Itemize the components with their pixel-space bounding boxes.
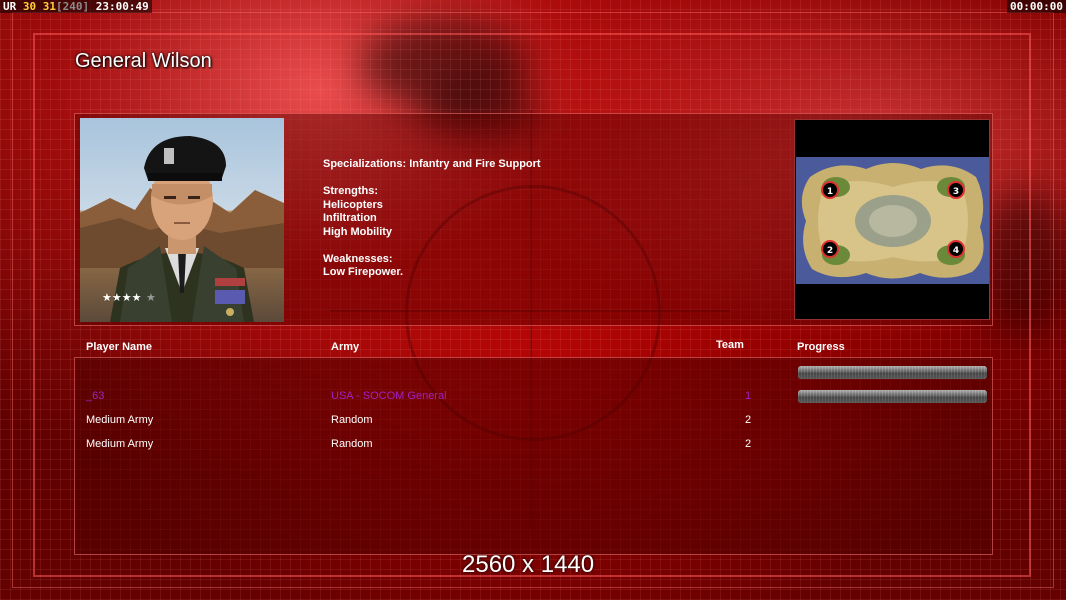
fps-overlay: UR 30 31[240] 23:00:49: [0, 0, 152, 13]
general-portrait: ★★★★ ★: [80, 118, 284, 322]
weaknesses-heading: Weaknesses:: [323, 252, 393, 265]
player-name-cell: Medium Army: [86, 438, 154, 450]
fps-value-secondary: 31: [42, 0, 56, 13]
header-army: Army: [331, 341, 360, 353]
fps-value: 30: [22, 0, 37, 13]
general-description: Specializations: Infantry and Fire Suppo…: [323, 158, 541, 280]
start-position-marker: 4: [947, 240, 965, 258]
player-name-cell: _63: [86, 390, 105, 402]
soldier-portrait-icon: ★★★★ ★: [80, 136, 284, 322]
hud-label: UR: [3, 0, 17, 13]
player-team-cell: 2: [745, 438, 752, 450]
start-position-label: 2: [827, 246, 833, 256]
start-position-marker: 2: [821, 240, 839, 258]
player-army-cell: USA - SOCOM General: [331, 390, 447, 402]
start-position-label: 4: [953, 246, 959, 256]
load-progress-bar: [798, 390, 987, 403]
player-team-cell: 1: [745, 390, 752, 402]
strength-item: Helicopters: [323, 198, 383, 211]
strengths-heading: Strengths:: [323, 185, 378, 197]
strength-item: Infiltration: [323, 212, 377, 224]
load-progress-fill: [798, 390, 987, 403]
player-name-cell: Medium Army: [86, 414, 154, 426]
resolution-overlay: 2560 x 1440: [462, 551, 595, 578]
header-team: Team: [716, 339, 744, 351]
map-terrain-icon: 1 2 3 4: [796, 157, 989, 284]
start-position-marker: 1: [821, 181, 839, 199]
player-list-panel: [74, 357, 993, 555]
start-position-label: 3: [953, 187, 959, 197]
start-position-label: 1: [827, 187, 833, 197]
start-position-marker: 3: [947, 181, 965, 199]
general-title: General Wilson: [75, 50, 212, 72]
weakness-item: Low Firepower.: [323, 266, 404, 278]
svg-text:★★★★: ★★★★: [102, 291, 142, 304]
clock-time: 23:00:49: [95, 0, 149, 13]
strength-item: High Mobility: [323, 225, 393, 238]
load-progress-bar: [798, 366, 987, 379]
header-progress: Progress: [797, 341, 845, 353]
svg-text:★: ★: [146, 291, 156, 304]
game-timer: 00:00:00: [1007, 0, 1066, 13]
player-army-cell: Random: [331, 438, 373, 450]
header-player-name: Player Name: [86, 341, 153, 353]
player-team-cell: 2: [745, 414, 752, 426]
load-progress-fill: [798, 366, 987, 379]
fps-cap: [240]: [56, 0, 90, 13]
player-army-cell: Random: [331, 414, 373, 426]
specializations-text: Specializations: Infantry and Fire Suppo…: [323, 158, 541, 170]
map-preview[interactable]: 1 2 3 4: [794, 119, 990, 320]
